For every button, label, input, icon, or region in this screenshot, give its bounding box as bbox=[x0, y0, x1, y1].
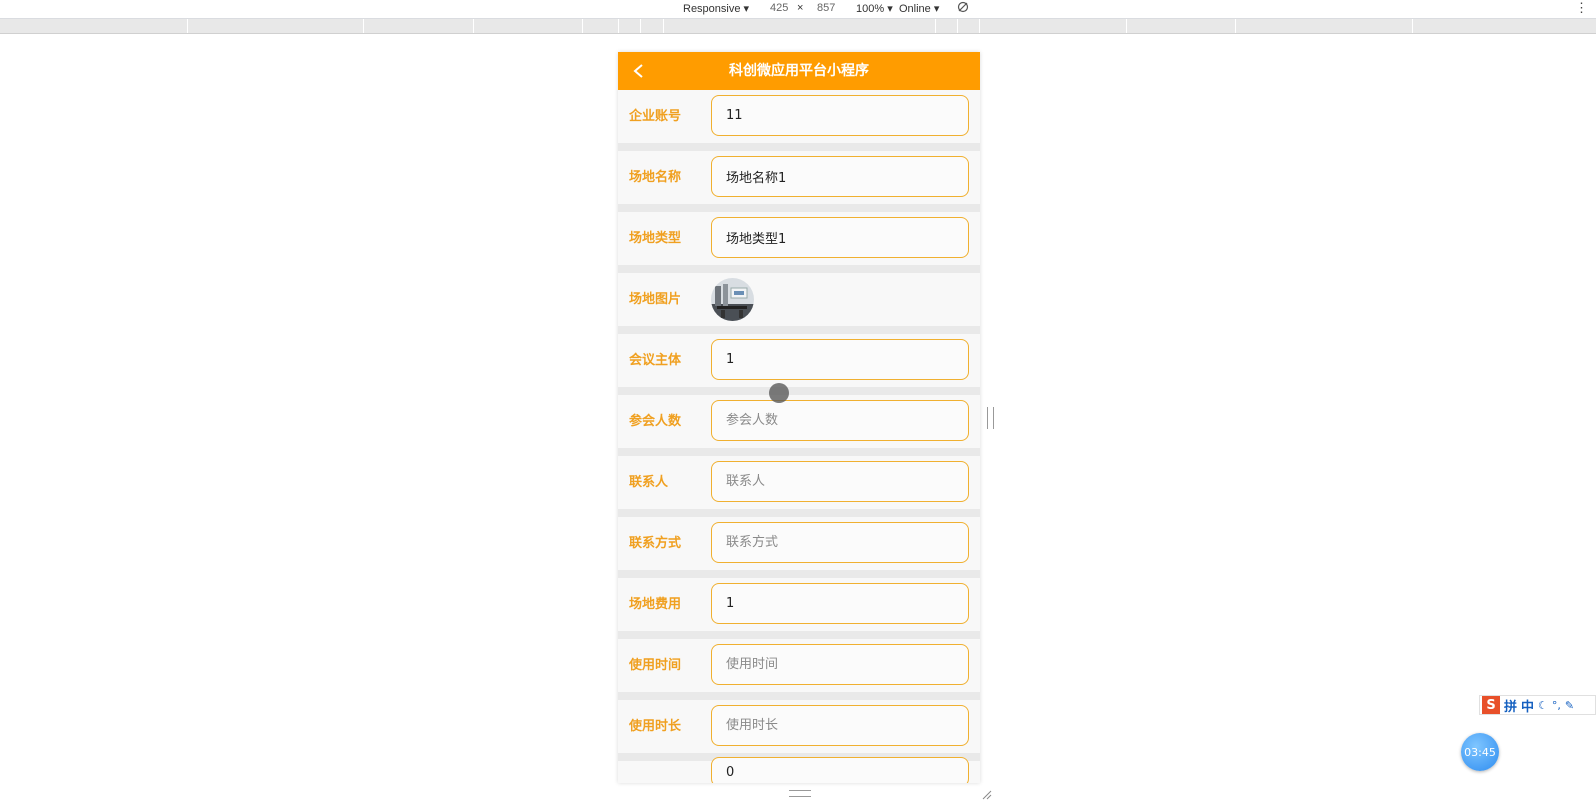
network-throttle-select[interactable]: Online ▾ bbox=[899, 2, 939, 15]
field-label: 企业账号 bbox=[629, 109, 682, 124]
devtools-device-toolbar: Responsive ▾ 425 × 857 100% ▾ Online ▾ ⋮ bbox=[0, 0, 1596, 19]
field-label: 场地图片 bbox=[629, 292, 682, 307]
field-label: 会议主体 bbox=[629, 353, 682, 368]
zoom-select-label: 100% bbox=[856, 3, 885, 15]
ime-logo-icon[interactable]: S bbox=[1482, 696, 1500, 714]
ruler-tick bbox=[640, 19, 641, 33]
ruler-tick bbox=[1235, 19, 1236, 33]
viewport-resize-handle-right[interactable] bbox=[987, 407, 994, 429]
form-row-contact-method: 联系方式 bbox=[618, 517, 980, 578]
media-query-ruler[interactable] bbox=[0, 19, 1596, 34]
ime-language-toggle[interactable]: 中 bbox=[1521, 696, 1534, 715]
viewport-resize-handle-bottom[interactable] bbox=[789, 790, 811, 797]
ruler-tick bbox=[473, 19, 474, 33]
device-select-label: Responsive bbox=[683, 3, 741, 15]
ruler-tick bbox=[187, 19, 188, 33]
field-label: 场地费用 bbox=[629, 597, 682, 612]
form-row-company-account: 企业账号 bbox=[618, 90, 980, 151]
venue-type-input[interactable] bbox=[711, 217, 969, 258]
ime-toolbar[interactable]: S 拼 中 ☾ °, ✎ bbox=[1479, 695, 1596, 715]
contact-method-input[interactable] bbox=[711, 522, 969, 563]
kebab-menu-icon[interactable]: ⋮ bbox=[1575, 0, 1588, 16]
field-label: 参会人数 bbox=[629, 414, 682, 429]
punctuation-icon[interactable]: °, bbox=[1552, 699, 1561, 712]
field-label: 使用时长 bbox=[629, 719, 682, 734]
form-row-venue-type: 场地类型 bbox=[618, 212, 980, 273]
device-select[interactable]: Responsive ▾ bbox=[683, 2, 749, 15]
field-label: 使用时间 bbox=[629, 658, 682, 673]
company-account-input[interactable] bbox=[711, 95, 969, 136]
ruler-tick bbox=[935, 19, 936, 33]
usage-duration-input[interactable] bbox=[711, 705, 969, 746]
form-row-contact-person: 联系人 bbox=[618, 456, 980, 517]
ruler-tick bbox=[957, 19, 958, 33]
ruler-tick bbox=[663, 19, 664, 33]
form-row-usage-time: 使用时间 bbox=[618, 639, 980, 700]
attendee-count-input[interactable] bbox=[711, 400, 969, 441]
form-row-partial bbox=[618, 757, 980, 783]
ruler-tick bbox=[582, 19, 583, 33]
network-select-label: Online bbox=[899, 3, 931, 15]
usage-time-input[interactable] bbox=[711, 644, 969, 685]
venue-name-input[interactable] bbox=[711, 156, 969, 197]
field-label: 场地名称 bbox=[629, 170, 682, 185]
form-row-attendee-count: 参会人数 bbox=[618, 395, 980, 456]
ime-mode-toggle[interactable]: 拼 bbox=[1504, 696, 1517, 715]
contact-person-input[interactable] bbox=[711, 461, 969, 502]
resize-corner-icon[interactable] bbox=[982, 785, 992, 800]
field-label: 联系人 bbox=[629, 475, 669, 490]
dimension-separator: × bbox=[797, 2, 804, 14]
ruler-tick bbox=[1126, 19, 1127, 33]
form-row-venue-fee: 场地费用 bbox=[618, 578, 980, 639]
ruler-tick bbox=[1412, 19, 1413, 33]
ruler-tick bbox=[979, 19, 980, 33]
form-row-meeting-subject: 会议主体 bbox=[618, 334, 980, 395]
app-navbar: 科创微应用平台小程序 bbox=[618, 52, 980, 90]
wrench-icon[interactable]: ✎ bbox=[1565, 699, 1574, 712]
field-label: 场地类型 bbox=[629, 231, 682, 246]
mobile-viewport: 科创微应用平台小程序 企业账号 场地名称 场地类型 场地图片 bbox=[618, 52, 980, 783]
meeting-subject-input[interactable] bbox=[711, 339, 969, 380]
partial-field-input[interactable] bbox=[711, 757, 969, 783]
venue-fee-input[interactable] bbox=[711, 583, 969, 624]
zoom-select[interactable]: 100% ▾ bbox=[856, 2, 893, 15]
touch-cursor bbox=[769, 383, 789, 403]
venue-form: 企业账号 场地名称 场地类型 场地图片 bbox=[618, 90, 980, 783]
rotate-icon[interactable] bbox=[957, 1, 969, 16]
form-row-venue-image: 场地图片 bbox=[618, 273, 980, 334]
page-title: 科创微应用平台小程序 bbox=[729, 63, 869, 79]
form-row-venue-name: 场地名称 bbox=[618, 151, 980, 212]
timer-badge[interactable]: 03:45 bbox=[1461, 733, 1499, 771]
ruler-tick bbox=[618, 19, 619, 33]
venue-image-thumbnail[interactable] bbox=[711, 278, 754, 321]
moon-icon[interactable]: ☾ bbox=[1538, 699, 1548, 712]
ruler-tick bbox=[363, 19, 364, 33]
width-input[interactable]: 425 bbox=[770, 2, 788, 14]
height-input[interactable]: 857 bbox=[817, 2, 835, 14]
field-label: 联系方式 bbox=[629, 536, 682, 551]
form-row-usage-duration: 使用时长 bbox=[618, 700, 980, 761]
